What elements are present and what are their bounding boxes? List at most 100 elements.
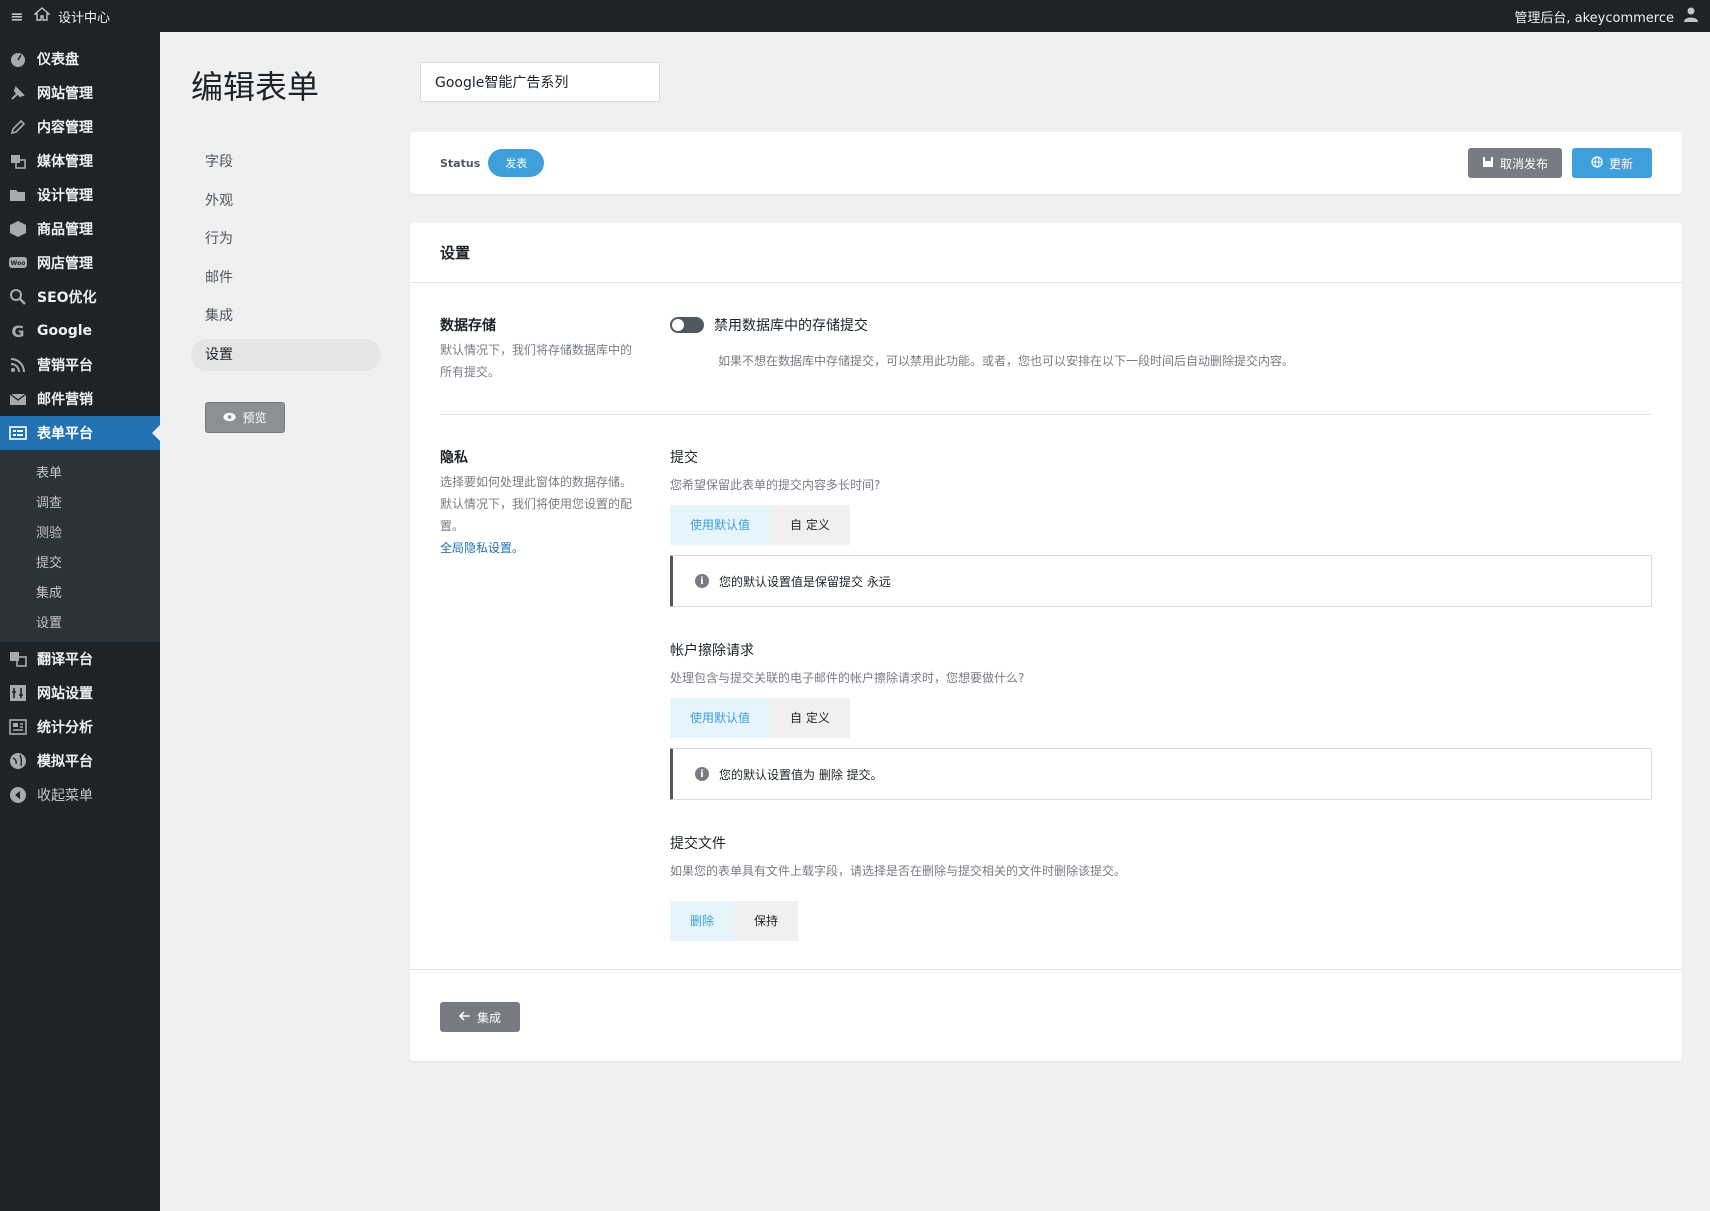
sidebar-item-site-settings[interactable]: 网站设置 (0, 676, 160, 710)
submenu-item-submissions[interactable]: 提交 (0, 546, 160, 576)
sidebar-item-dashboard[interactable]: 仪表盘 (0, 42, 160, 76)
collapse-arrow-icon (9, 786, 27, 804)
user-avatar-icon (1682, 5, 1700, 27)
sidebar-label: 网站管理 (37, 86, 93, 102)
sidebar-label: 翻译平台 (37, 652, 93, 668)
globe-icon (9, 752, 27, 770)
account-greeting: 管理后台, akeycommerce (1514, 10, 1674, 26)
sidebar-item-seo[interactable]: SEO优化 (0, 280, 160, 314)
media-icon (9, 152, 27, 170)
info-icon: i (695, 574, 709, 588)
analytics-icon (9, 718, 27, 736)
files-title: 提交文件 (670, 836, 726, 852)
erasure-hint: 处理包含与提交关联的电子邮件的帐户擦除请求时，您想要做什么? (670, 671, 1025, 685)
sidebar-item-site[interactable]: 网站管理 (0, 76, 160, 110)
status-actions: 取消发布 更新 (1468, 148, 1652, 178)
sidebar-item-content[interactable]: 内容管理 (0, 110, 160, 144)
status-badge: 发表 (488, 149, 545, 177)
submenu-item-integrations[interactable]: 集成 (0, 576, 160, 606)
sidebar-item-media[interactable]: 媒体管理 (0, 144, 160, 178)
sidebar-item-translate[interactable]: 翻译平台 (0, 642, 160, 676)
site-home-link[interactable]: 设计中心 (33, 6, 110, 26)
arrow-left-icon (458, 1010, 471, 1024)
files-hint: 如果您的表单具有文件上载字段，请选择是否在删除与提交相关的文件时删除该提交。 (670, 864, 1127, 878)
tab-integrations[interactable]: 集成 (191, 300, 381, 332)
sidebar-label: 仪表盘 (37, 52, 79, 68)
admin-topbar: ≡ 设计中心 管理后台, akeycommerce (0, 0, 1710, 32)
sidebar-item-forms[interactable]: 表单平台 (0, 416, 160, 450)
section-divider (440, 414, 1652, 415)
back-label: 集成 (476, 1010, 501, 1025)
sidebar-item-products[interactable]: 商品管理 (0, 212, 160, 246)
toggle-label: 禁用数据库中的存储提交 (714, 318, 868, 334)
files-keep-option[interactable]: 保持 (734, 901, 799, 941)
submissions-custom-option[interactable]: 自 定义 (770, 505, 850, 545)
erasure-use-default-option[interactable]: 使用默认值 (670, 698, 771, 738)
submenu-item-settings[interactable]: 设置 (0, 606, 160, 636)
tab-appearance[interactable]: 外观 (191, 185, 381, 217)
back-to-integrations-button[interactable]: 集成 (440, 1002, 520, 1032)
unpublish-label: 取消发布 (1499, 156, 1548, 171)
tab-fields[interactable]: 字段 (191, 146, 381, 178)
svg-text:Woo: Woo (11, 260, 26, 267)
forms-submenu: 表单 调查 测验 提交 集成 设置 (0, 450, 160, 642)
sidebar-label: 媒体管理 (37, 154, 93, 170)
settings-header: 设置 (410, 223, 1682, 283)
status-card: Status 发表 取消发布 更新 (410, 132, 1682, 194)
sidebar-item-store[interactable]: Woo 网店管理 (0, 246, 160, 280)
form-icon (9, 424, 27, 442)
globe-icon (1591, 155, 1603, 171)
sidebar-item-analytics[interactable]: 统计分析 (0, 710, 160, 744)
unpublish-button[interactable]: 取消发布 (1468, 148, 1562, 178)
tab-behavior[interactable]: 行为 (191, 223, 381, 255)
dashboard-icon (9, 50, 27, 68)
translate-icon (9, 650, 27, 668)
page-title: 编辑表单 (191, 68, 320, 106)
submissions-title: 提交 (670, 450, 698, 466)
submissions-hint: 您希望保留此表单的提交内容多长时间? (670, 478, 881, 492)
admin-sidebar: 仪表盘 网站管理 内容管理 媒体管理 设计管理 商品管理 Woo 网店管理 SE… (0, 32, 160, 1211)
hamburger-menu-icon[interactable]: ≡ (0, 7, 34, 26)
tab-settings[interactable]: 设置 (191, 338, 381, 371)
erasure-custom-option[interactable]: 自 定义 (770, 698, 850, 738)
files-delete-option[interactable]: 删除 (670, 901, 735, 941)
pin-icon (9, 84, 27, 102)
toggle-hint: 如果不想在数据库中存储提交，可以禁用此功能。或者，您也可以安排在以下一段时间后自… (718, 354, 1295, 368)
sidebar-label: 统计分析 (37, 720, 93, 736)
sidebar-item-email[interactable]: 邮件营销 (0, 382, 160, 416)
form-subnav: 字段 外观 行为 邮件 集成 设置 (191, 146, 381, 377)
sidebar-label: 收起菜单 (37, 788, 93, 804)
submenu-item-quizzes[interactable]: 测验 (0, 516, 160, 546)
submissions-use-default-option[interactable]: 使用默认值 (670, 505, 771, 545)
woo-icon: Woo (9, 254, 27, 272)
google-icon: G (11, 321, 25, 341)
sidebar-label: Google (37, 323, 93, 339)
submenu-item-surveys[interactable]: 调查 (0, 486, 160, 516)
status-label: Status (440, 156, 481, 170)
disable-storage-toggle[interactable] (670, 317, 704, 333)
sidebar-label: 模拟平台 (37, 754, 93, 770)
sidebar-item-design[interactable]: 设计管理 (0, 178, 160, 212)
sidebar-item-simulation[interactable]: 模拟平台 (0, 744, 160, 778)
sidebar-label: 表单平台 (37, 426, 93, 442)
form-name-input[interactable] (420, 62, 660, 102)
tab-email[interactable]: 邮件 (191, 262, 381, 294)
submenu-item-forms[interactable]: 表单 (0, 456, 160, 486)
rss-icon (9, 356, 27, 374)
sidebar-label: 营销平台 (37, 358, 93, 374)
sidebar-collapse[interactable]: 收起菜单 (0, 778, 160, 812)
update-button[interactable]: 更新 (1572, 148, 1652, 178)
erasure-title: 帐户擦除请求 (670, 643, 754, 659)
home-icon (33, 6, 51, 26)
sidebar-item-google[interactable]: G Google (0, 314, 160, 348)
storage-title: 数据存储 (440, 318, 496, 334)
privacy-desc-line2: 默认情况下，我们将使用您设置的配置。 (440, 497, 633, 533)
account-menu[interactable]: 管理后台, akeycommerce (1514, 5, 1710, 27)
mail-icon (9, 390, 27, 408)
submissions-notice-text: 您的默认设置值是保留提交 永远 (719, 574, 891, 589)
global-privacy-link[interactable]: 全局隐私设置。 (440, 537, 635, 559)
search-icon (9, 288, 27, 306)
sidebar-item-marketing[interactable]: 营销平台 (0, 348, 160, 382)
preview-button[interactable]: 预览 (205, 402, 285, 433)
sidebar-label: SEO优化 (37, 290, 97, 306)
